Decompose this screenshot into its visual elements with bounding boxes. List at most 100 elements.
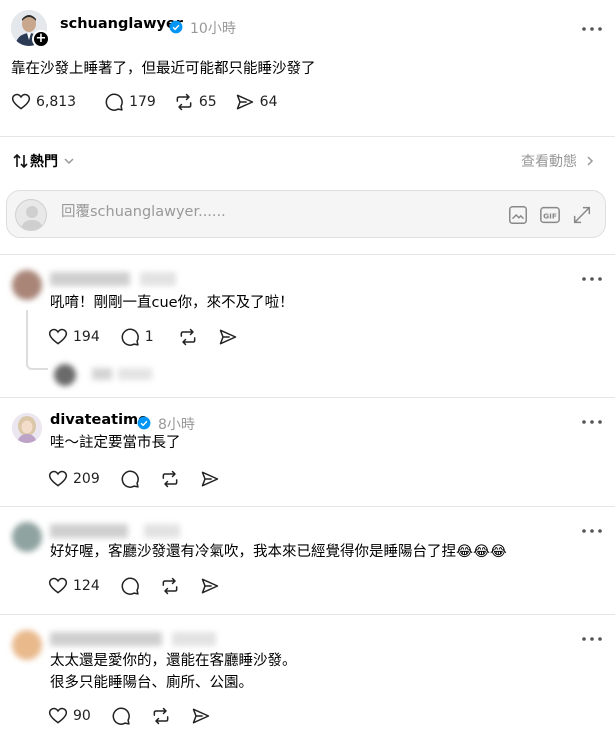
reply-button[interactable] <box>120 469 140 489</box>
comment-icon <box>121 470 139 488</box>
like-count: 209 <box>73 471 100 487</box>
repost-count: 65 <box>198 94 217 110</box>
comment-actions: 124 <box>48 576 236 596</box>
reply-composer: GIF <box>6 190 606 238</box>
commenter-avatar[interactable] <box>12 413 42 443</box>
comment-item: divateatime 8小時 哇～註定要當市長了 209 <box>0 397 615 507</box>
commenter-avatar[interactable] <box>12 630 42 660</box>
comment-item: 太太還是愛你的，還能在客廳睡沙發。 很多只能睡陽台、廁所、公園。 90 <box>0 614 615 729</box>
comment-icon <box>121 577 139 595</box>
repost-icon <box>162 577 178 595</box>
comment-time-blurred <box>140 272 176 286</box>
repost-icon <box>176 93 192 111</box>
reply-button[interactable] <box>120 576 140 596</box>
share-button[interactable] <box>200 576 220 596</box>
share-button[interactable] <box>191 706 211 726</box>
reply-button[interactable] <box>111 706 131 726</box>
heart-icon <box>48 470 68 487</box>
repost-icon <box>153 707 169 725</box>
comment-actions: 209 <box>48 469 236 489</box>
current-user-avatar <box>15 199 47 231</box>
expand-icon[interactable] <box>571 204 593 226</box>
share-count: 64 <box>259 94 278 110</box>
comment-text: 哇～註定要當市長了 <box>50 435 181 451</box>
comment-icon <box>112 707 130 725</box>
thread-connector <box>26 364 48 370</box>
comment-button[interactable]: 179 <box>104 92 156 112</box>
reply-preview-blurred <box>92 368 112 380</box>
share-button[interactable]: 64 <box>235 92 278 112</box>
more-options-icon[interactable] <box>580 526 604 536</box>
like-button[interactable]: 124 <box>48 576 100 596</box>
post-username[interactable]: schuanglawyer <box>60 16 183 32</box>
sort-bar: 熱門 查看動態 <box>0 136 615 182</box>
sort-label-text: 熱門 <box>30 154 58 170</box>
comment-icon <box>121 328 139 346</box>
reply-preview-blurred <box>118 368 152 380</box>
send-icon <box>201 578 218 594</box>
like-button[interactable]: 209 <box>48 469 100 489</box>
commenter-username-blurred[interactable] <box>50 272 130 286</box>
repost-button[interactable] <box>160 576 180 596</box>
send-icon <box>236 94 253 110</box>
commenter-username-blurred[interactable] <box>50 632 162 646</box>
heart-icon <box>48 707 68 724</box>
repost-icon <box>162 470 178 488</box>
sort-arrows-icon <box>13 153 28 169</box>
like-button[interactable]: 194 <box>48 327 100 347</box>
repost-button[interactable]: 65 <box>174 92 217 112</box>
like-count: 6,813 <box>36 94 77 110</box>
follow-plus-icon[interactable]: + <box>32 30 50 48</box>
heart-icon <box>11 93 31 110</box>
comment-item: 好好喔，客廳沙發還有冷氣吹，我本來已經覺得你是睡陽台了捏😂😂😂 124 <box>0 506 615 614</box>
svg-text:GIF: GIF <box>543 212 557 221</box>
comment-item: 吼唷！剛剛一直cue你，來不及了啦！ 194 1 <box>0 254 615 397</box>
share-button[interactable] <box>200 469 220 489</box>
comment-text: 吼唷！剛剛一直cue你，來不及了啦！ <box>50 295 294 311</box>
comment-actions: 194 1 <box>48 327 254 347</box>
like-count: 90 <box>73 708 91 724</box>
gif-icon[interactable]: GIF <box>539 204 561 226</box>
reply-button[interactable]: 1 <box>120 327 154 347</box>
like-count: 194 <box>73 329 100 345</box>
repost-button[interactable] <box>151 706 171 726</box>
like-button[interactable]: 90 <box>48 706 91 726</box>
commenter-username[interactable]: divateatime <box>50 412 148 428</box>
main-post: + schuanglawyer 10小時 靠在沙發上睡著了，但最近可能都只能睡沙… <box>0 0 615 136</box>
comment-icon <box>105 93 123 111</box>
commenter-avatar[interactable] <box>12 270 42 300</box>
chevron-right-icon <box>587 156 594 166</box>
comment-time: 8小時 <box>158 417 195 433</box>
repost-button[interactable] <box>160 469 180 489</box>
comment-time-blurred <box>172 632 216 646</box>
post-time: 10小時 <box>190 21 236 37</box>
view-activity-text: 查看動態 <box>521 154 577 170</box>
repost-icon <box>180 328 196 346</box>
image-icon[interactable] <box>507 204 529 226</box>
repost-button[interactable] <box>178 327 198 347</box>
more-options-icon[interactable] <box>580 274 604 284</box>
more-options-icon[interactable] <box>580 634 604 644</box>
share-button[interactable] <box>218 327 238 347</box>
heart-icon <box>48 577 68 594</box>
comment-text: 太太還是愛你的，還能在客廳睡沙發。 很多只能睡陽台、廁所、公園。 <box>50 653 297 691</box>
reply-input[interactable] <box>61 204 441 220</box>
verified-badge-icon <box>169 20 183 34</box>
reply-count: 1 <box>144 329 154 345</box>
comment-actions: 90 <box>48 706 227 726</box>
chevron-down-icon <box>64 158 74 165</box>
like-button[interactable]: 6,813 <box>11 92 76 112</box>
more-options-icon[interactable] <box>580 417 604 427</box>
comment-time-blurred <box>144 524 180 538</box>
like-count: 124 <box>73 578 100 594</box>
commenter-username-blurred[interactable] <box>50 524 128 538</box>
comment-text: 好好喔，客廳沙發還有冷氣吹，我本來已經覺得你是睡陽台了捏😂😂😂 <box>50 544 507 560</box>
more-options-icon[interactable] <box>580 24 604 34</box>
send-icon <box>219 329 236 345</box>
view-activity-link[interactable]: 查看動態 <box>521 151 597 171</box>
post-text: 靠在沙發上睡著了，但最近可能都只能睡沙發了 <box>11 61 316 77</box>
sort-dropdown[interactable]: 熱門 <box>12 151 76 171</box>
send-icon <box>192 708 210 724</box>
reply-preview-avatar[interactable] <box>54 364 76 386</box>
commenter-avatar[interactable] <box>12 522 42 552</box>
